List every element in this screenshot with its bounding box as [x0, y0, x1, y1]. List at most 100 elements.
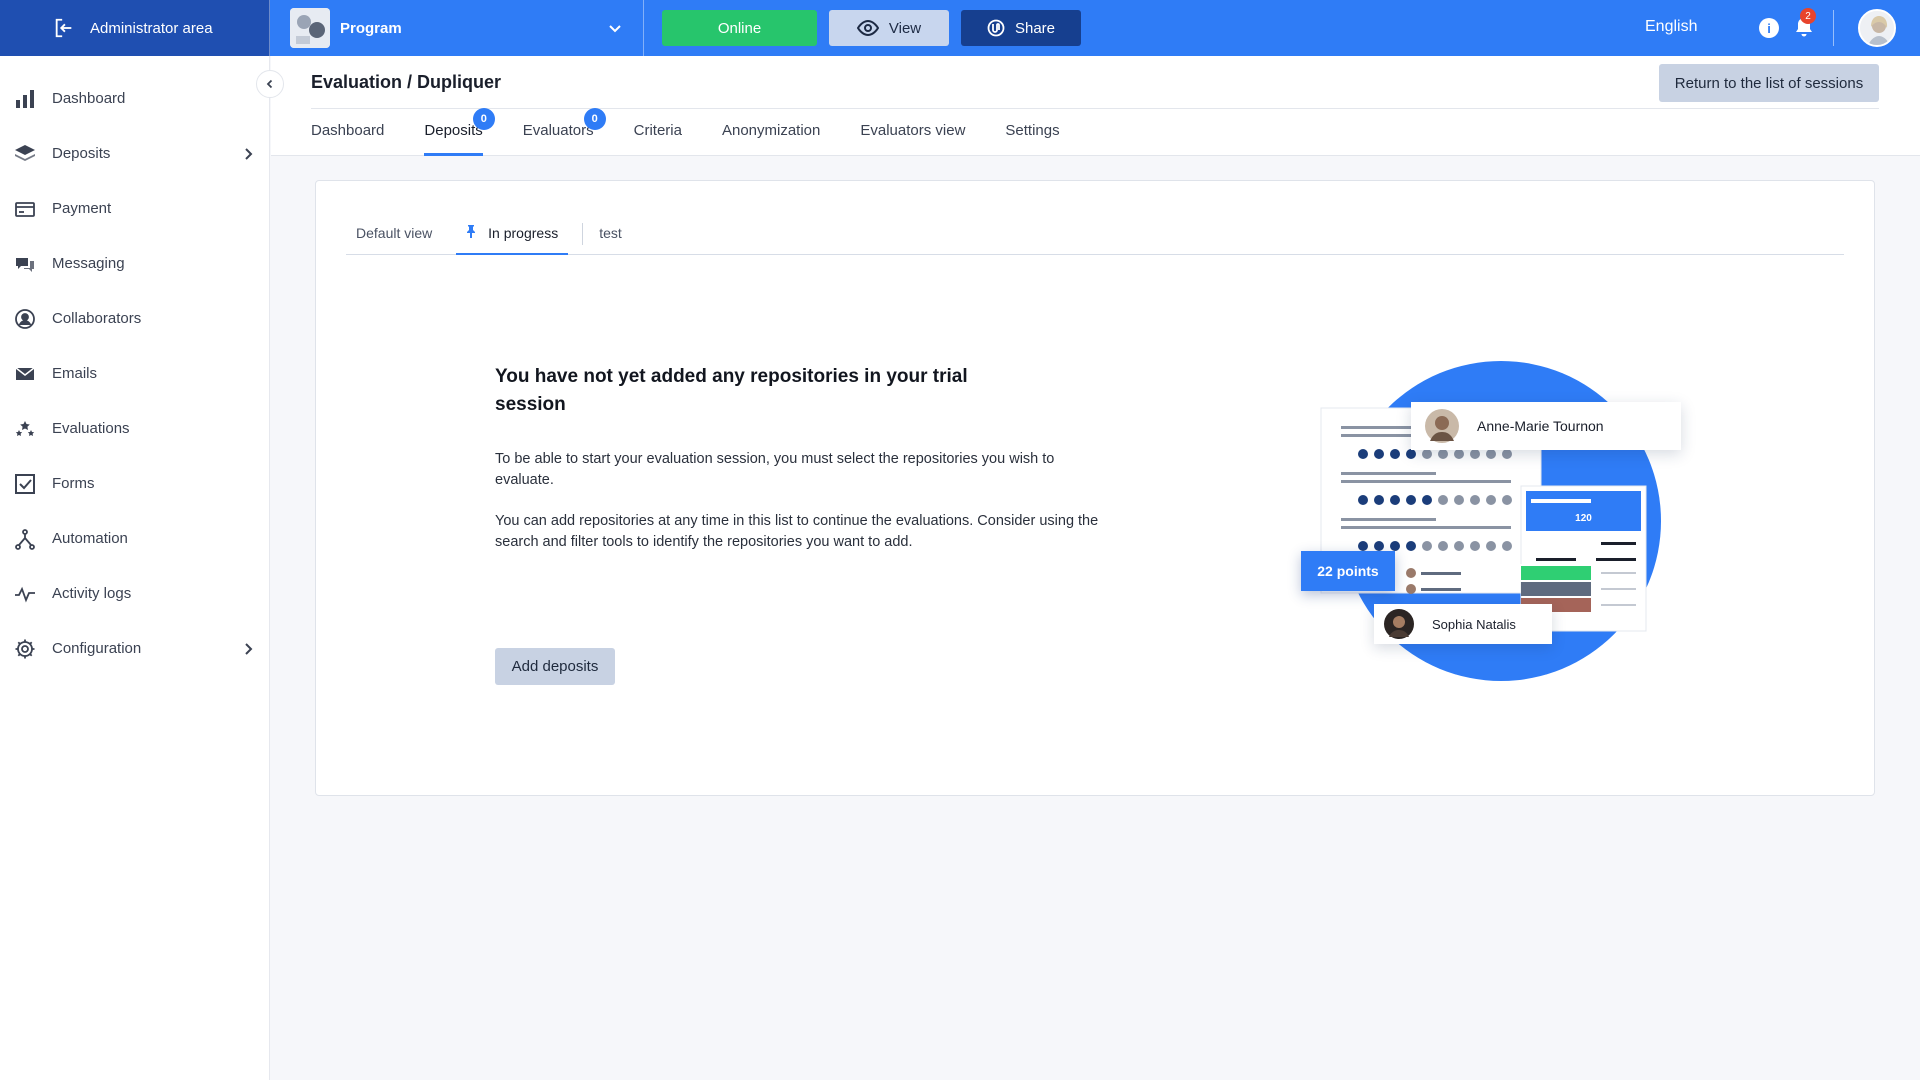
sidebar-item-label: Emails	[52, 365, 98, 382]
tab-evaluators-view[interactable]: Evaluators view	[860, 116, 965, 156]
program-name: Program	[340, 19, 402, 37]
tab-deposits[interactable]: Deposits 0	[424, 108, 495, 156]
online-status-button[interactable]: Online	[662, 10, 817, 46]
person-card-sophia: Sophia Natalis	[1374, 604, 1552, 644]
tab-criteria[interactable]: Criteria	[634, 116, 682, 156]
top-bar: Administrator area Program Online View S…	[0, 0, 1920, 56]
sidebar-item-label: Collaborators	[52, 310, 142, 327]
eye-icon	[856, 20, 879, 36]
empty-state-paragraph-2: You can add repositories at any time in …	[495, 513, 1099, 550]
add-deposits-label: Add deposits	[511, 658, 599, 675]
return-label: Return to the list of sessions	[1674, 74, 1864, 92]
tab-label: Dashboard	[311, 122, 385, 139]
view-tabs: Default view In progress test	[346, 213, 1844, 255]
empty-state-title: You have not yet added any repositories …	[495, 366, 968, 415]
sidebar-item-label: Payment	[52, 200, 112, 217]
sidebar-item-label: Forms	[52, 475, 95, 492]
sidebar-item-automation[interactable]: Automation	[0, 511, 269, 566]
info-icon-glyph: i	[1767, 20, 1771, 36]
sidebar-item-label: Configuration	[52, 640, 142, 657]
sidebar-item-label: Deposits	[52, 145, 111, 162]
sidebar-item-payment[interactable]: Payment	[0, 181, 269, 236]
deposits-card: Default view In progress test You have n…	[315, 180, 1875, 796]
sidebar-item-forms[interactable]: Forms	[0, 456, 269, 511]
administrator-area-button[interactable]: Administrator area	[0, 0, 270, 56]
sidebar-item-emails[interactable]: Emails	[0, 346, 269, 401]
program-logo	[290, 8, 330, 48]
deposits-count-badge: 0	[472, 108, 495, 130]
chat-bubbles-icon	[16, 257, 34, 272]
share-label: Share	[1014, 19, 1056, 37]
view-tab-label: In progress	[488, 225, 559, 241]
program-select[interactable]: Program	[270, 0, 644, 56]
tab-label: Criteria	[633, 122, 682, 139]
page-header: Evaluation / Dupliquer Return to the lis…	[271, 56, 1920, 156]
envelope-icon	[15, 366, 35, 380]
score-value: 120	[1575, 513, 1592, 524]
chevron-right-icon	[245, 147, 253, 160]
points-badge: 22 points	[1301, 551, 1395, 591]
tab-settings[interactable]: Settings	[1005, 116, 1059, 156]
user-avatar[interactable]	[1858, 9, 1896, 47]
view-tab-separator	[582, 223, 584, 245]
tab-label: Anonymization	[721, 122, 821, 139]
gear-icon	[15, 639, 35, 658]
pin-icon	[467, 225, 476, 238]
avatar	[1425, 409, 1459, 443]
chevron-right-icon	[245, 642, 253, 655]
sidebar-item-deposits[interactable]: Deposits	[0, 126, 269, 181]
person-card-anne-marie: Anne-Marie Tournon	[1411, 402, 1681, 450]
online-label: Online	[717, 19, 762, 37]
view-label: View	[888, 19, 922, 37]
tab-anonymization[interactable]: Anonymization	[722, 116, 820, 156]
view-tab-label: Default view	[356, 225, 433, 241]
sidebar-item-evaluations[interactable]: Evaluations	[0, 401, 269, 456]
view-tab-test[interactable]: test	[589, 213, 632, 255]
view-tab-in-progress[interactable]: In progress	[456, 213, 569, 255]
view-tab-default[interactable]: Default view	[346, 213, 442, 255]
view-button[interactable]: View	[829, 10, 949, 46]
stars-icon	[15, 420, 35, 436]
notification-badge: 2	[1800, 8, 1816, 24]
sidebar-item-configuration[interactable]: Configuration	[0, 621, 269, 676]
administrator-area-label: Administrator area	[90, 19, 213, 37]
main-tabs: Dashboard Deposits 0 Evaluators 0 Criteria…	[311, 108, 1100, 156]
chevron-down-icon	[609, 25, 621, 33]
sidebar-item-messaging[interactable]: Messaging	[0, 236, 269, 291]
chevron-left-icon	[266, 79, 273, 89]
topbar-divider	[1833, 10, 1834, 46]
share-icon	[987, 19, 1005, 37]
layers-icon	[15, 144, 35, 161]
bar-chart-icon	[16, 89, 34, 108]
info-icon[interactable]: i	[1759, 18, 1779, 38]
header-divider	[311, 108, 1879, 109]
sidebar-item-collaborators[interactable]: Collaborators	[0, 291, 269, 346]
sidebar-item-dashboard[interactable]: Dashboard	[0, 71, 269, 126]
sidebar-item-label: Automation	[52, 530, 128, 547]
credit-card-icon	[15, 201, 35, 217]
person-name: Anne-Marie Tournon	[1477, 418, 1604, 434]
user-circle-icon	[15, 308, 35, 329]
tab-evaluators[interactable]: Evaluators 0	[522, 108, 606, 156]
pulse-icon	[15, 586, 35, 602]
sidebar-item-activity-logs[interactable]: Activity logs	[0, 566, 269, 621]
add-deposits-button[interactable]: Add deposits	[495, 648, 615, 685]
share-button[interactable]: Share	[961, 10, 1081, 46]
automation-icon	[15, 528, 35, 550]
evaluators-count-badge: 0	[583, 108, 606, 130]
language-select[interactable]: English	[1645, 18, 1697, 36]
tab-label: Evaluators	[522, 122, 594, 139]
return-to-sessions-button[interactable]: Return to the list of sessions	[1659, 64, 1879, 102]
tab-dashboard[interactable]: Dashboard	[311, 116, 384, 156]
exit-icon	[55, 18, 72, 38]
sidebar-item-label: Evaluations	[52, 420, 130, 437]
empty-state-illustration: 120 Anne-Marie Tournon 22 points Sophia …	[1301, 356, 1701, 686]
collapse-sidebar-button[interactable]	[256, 70, 284, 98]
page-title: Evaluation / Dupliquer	[311, 72, 502, 92]
empty-state-paragraph-1: To be able to start your evaluation sess…	[495, 451, 1055, 488]
sidebar-item-label: Dashboard	[52, 90, 126, 107]
sidebar: Dashboard Deposits Payment Messaging Col…	[0, 56, 270, 1080]
sidebar-item-label: Messaging	[52, 255, 125, 272]
avatar	[1384, 609, 1414, 639]
checkbox-icon	[15, 473, 35, 494]
